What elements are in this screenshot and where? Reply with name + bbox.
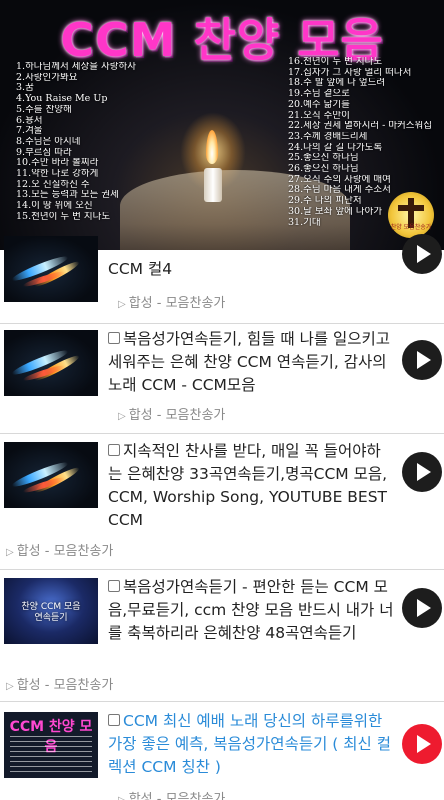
play-icon bbox=[417, 463, 431, 481]
banner-song: 19.주님 곁으로 bbox=[288, 89, 350, 100]
banner-song: 16.천년이 두 번 지나도 bbox=[288, 57, 383, 67]
banner-song: 3.꿈 bbox=[16, 83, 34, 94]
play-icon bbox=[417, 599, 431, 617]
banner-song: 9.부르심 따라 bbox=[16, 147, 72, 158]
play-small-icon: ▷ bbox=[6, 681, 14, 692]
item-title-text: CCM 컬4 bbox=[108, 260, 173, 278]
banner-song: 1.하나님께서 세상을 사랑하사 bbox=[16, 62, 136, 72]
play-icon bbox=[417, 351, 431, 369]
banner-song-list-left: 1.하나님께서 세상을 사랑하사 2.사랑인가봐요 3.꿈 4.You Rais… bbox=[16, 62, 216, 223]
video-thumbnail[interactable] bbox=[4, 236, 98, 302]
play-button[interactable] bbox=[402, 340, 442, 380]
cross-logo: 찬양 모음찬송가 bbox=[388, 192, 434, 238]
banner-song: 21.오직 주만이 bbox=[288, 110, 350, 121]
banner-song: 22.세상 권세 멸하시러 - 마커스워십 bbox=[288, 121, 433, 132]
banner-song: 23.주께 경배드리세 bbox=[288, 131, 368, 142]
play-button[interactable] bbox=[402, 452, 442, 492]
item-meta-text: 합성 - 모음찬송가 bbox=[128, 296, 226, 311]
now-playing-banner[interactable]: CCM 찬양 모음 1.하나님께서 세상을 사랑하사 2.사랑인가봐요 3.꿈 … bbox=[0, 0, 444, 250]
banner-song: 5.주를 찬양해 bbox=[16, 104, 72, 115]
item-meta-text: 합성 - 모음찬송가 bbox=[128, 408, 226, 423]
item-title[interactable]: CCM 컬4 bbox=[108, 258, 394, 281]
banner-song: 27.오직 주의 사랑에 매여 bbox=[288, 174, 391, 185]
checkbox-icon bbox=[108, 444, 120, 456]
banner-song: 6.용서 bbox=[16, 115, 43, 126]
banner-song: 13.모든 능력과 모든 권세 bbox=[16, 190, 119, 201]
play-small-icon: ▷ bbox=[118, 795, 126, 800]
item-meta-text: 합성 - 모음찬송가 bbox=[16, 544, 114, 559]
video-thumbnail[interactable]: 찬양 CCM 모음 연속듣기 bbox=[4, 578, 98, 644]
item-meta: ▷합성 - 모음찬송가 bbox=[6, 674, 113, 693]
video-thumbnail[interactable] bbox=[4, 330, 98, 396]
item-meta: ▷합성 - 모음찬송가 bbox=[6, 540, 113, 559]
banner-song: 26.좋으신 하나님 bbox=[288, 164, 359, 175]
banner-song: 15.천년이 두 번 지나도 bbox=[16, 211, 111, 222]
banner-song: 17.십자가 그 사랑 멀리 떠나서 bbox=[288, 67, 412, 78]
item-title[interactable]: CCM 최신 예배 노래 당신의 하루를위한 가장 좋은 예측, 복음성가연속듣… bbox=[108, 710, 394, 779]
list-item[interactable]: 지속적인 찬사를 받다, 매일 꼭 들어야하는 은혜찬양 33곡연속듣기,명곡C… bbox=[0, 434, 444, 570]
item-title[interactable]: 복음성가연속듣기, 힘들 때 나를 일으키고 세워주는 은혜 찬양 CCM 연속… bbox=[108, 328, 394, 397]
item-meta-text: 합성 - 모음찬송가 bbox=[128, 792, 226, 800]
item-title-text: 복음성가연속듣기, 힘들 때 나를 일으키고 세워주는 은혜 찬양 CCM 연속… bbox=[108, 330, 391, 394]
list-item[interactable]: CCM 컬4 ▷ 합성 - 모음찬송가 bbox=[0, 234, 444, 324]
item-title-text: 복음성가연속듣기 - 편안한 듣는 CCM 모음,무료듣기, ccm 찬양 모음… bbox=[108, 578, 394, 642]
play-button[interactable] bbox=[402, 234, 442, 274]
banner-song: 12.오 신실하신 주 bbox=[16, 179, 90, 190]
banner-song: 7.겨울 bbox=[16, 126, 43, 137]
checkbox-icon bbox=[108, 580, 120, 592]
video-thumbnail[interactable] bbox=[4, 442, 98, 508]
banner-song: 10.주만 바라 볼찌라 bbox=[16, 158, 99, 169]
list-item[interactable]: 찬양 CCM 모음 연속듣기 복음성가연속듣기 - 편안한 듣는 CCM 모음,… bbox=[0, 570, 444, 702]
checkbox-icon bbox=[108, 714, 120, 726]
item-title[interactable]: 지속적인 찬사를 받다, 매일 꼭 들어야하는 은혜찬양 33곡연속듣기,명곡C… bbox=[108, 440, 394, 532]
banner-song: 25.좋으신 하나님 bbox=[288, 153, 359, 164]
banner-song: 4.You Raise Me Up bbox=[16, 94, 108, 105]
item-title-text: 지속적인 찬사를 받다, 매일 꼭 들어야하는 은혜찬양 33곡연속듣기,명곡C… bbox=[108, 442, 388, 529]
banner-song: 14.이 땅 위에 오신 bbox=[16, 201, 93, 212]
item-meta: ▷합성 - 모음찬송가 bbox=[118, 404, 225, 423]
play-small-icon: ▷ bbox=[6, 547, 14, 558]
item-meta-text: 합성 - 모음찬송가 bbox=[16, 678, 114, 693]
item-meta: ▷합성 - 모음찬송가 bbox=[118, 788, 225, 800]
thumbnail-tracklist bbox=[10, 736, 92, 772]
play-icon bbox=[417, 735, 431, 753]
logo-text: 찬양 모음찬송가 bbox=[390, 224, 432, 231]
banner-song: 18.주 발 앞에 나 엎드려 bbox=[288, 78, 386, 89]
banner-song: 24.나의 갈 길 다가도록 bbox=[288, 142, 383, 153]
play-button[interactable] bbox=[402, 588, 442, 628]
item-title-text: CCM 최신 예배 노래 당신의 하루를위한 가장 좋은 예측, 복음성가연속듣… bbox=[108, 712, 391, 776]
banner-song: 8.주님은 아시네 bbox=[16, 136, 81, 147]
list-item[interactable]: 복음성가연속듣기, 힘들 때 나를 일으키고 세워주는 은혜 찬양 CCM 연속… bbox=[0, 324, 444, 434]
video-thumbnail[interactable]: CCM 찬양 모음 bbox=[4, 712, 98, 778]
play-small-icon: ▷ bbox=[118, 299, 126, 310]
play-small-icon: ▷ bbox=[118, 411, 126, 422]
banner-song: 20.예수 닮기를 bbox=[288, 99, 350, 110]
banner-song: 2.사랑인가봐요 bbox=[16, 72, 78, 83]
item-meta: ▷합성 - 모음찬송가 bbox=[118, 292, 225, 311]
checkbox-icon bbox=[108, 332, 120, 344]
item-title[interactable]: 복음성가연속듣기 - 편안한 듣는 CCM 모음,무료듣기, ccm 찬양 모음… bbox=[108, 576, 394, 645]
list-item-active[interactable]: CCM 찬양 모음 CCM 최신 예배 노래 당신의 하루를위한 가장 좋은 예… bbox=[0, 702, 444, 800]
banner-song: 11.약한 나로 강하게 bbox=[16, 169, 99, 180]
play-button-active[interactable] bbox=[402, 724, 442, 764]
play-icon bbox=[417, 245, 431, 263]
thumbnail-text: 찬양 CCM 모음 연속듣기 bbox=[21, 602, 81, 623]
